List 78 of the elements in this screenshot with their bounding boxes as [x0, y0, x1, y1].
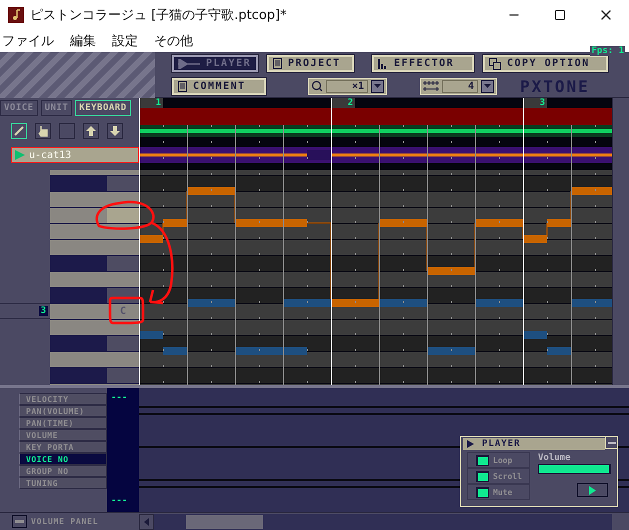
checkbox[interactable]	[476, 470, 489, 482]
tool-button[interactable]	[83, 122, 99, 138]
checkbox-label: Scroll	[493, 472, 522, 480]
dropdown-button[interactable]	[481, 80, 494, 93]
copy-icon	[489, 58, 501, 70]
toolbar-button[interactable]: COPY OPTION	[483, 55, 608, 72]
checkbox[interactable]	[476, 486, 489, 498]
parameter-item[interactable]: VOICE NO	[19, 453, 107, 465]
play-icon	[589, 486, 596, 494]
octave-label: 3	[38, 306, 48, 316]
dropdown-button[interactable]	[371, 80, 384, 93]
rounded-rectangle-outline	[108, 296, 144, 324]
up-arrow-icon	[86, 126, 96, 136]
tab[interactable]: KEYBOARD	[75, 100, 131, 116]
collapse-button[interactable]	[12, 515, 27, 528]
menu-item[interactable]: ファイル	[0, 32, 62, 50]
toolbar-button[interactable]: PLAYER	[172, 55, 258, 72]
maximize-icon	[554, 9, 566, 21]
volume-label: Volume	[538, 453, 572, 463]
caret-icon	[374, 84, 381, 88]
piano-key[interactable]	[50, 239, 139, 255]
note-bar[interactable]	[523, 235, 547, 243]
note-bar[interactable]	[523, 331, 547, 339]
checkbox-label: Loop	[493, 456, 512, 464]
piano-key[interactable]	[50, 191, 139, 207]
piano-key[interactable]	[50, 287, 139, 303]
document-icon	[178, 80, 187, 92]
play-icon	[15, 150, 25, 160]
minus-icon	[15, 520, 24, 523]
tool-button[interactable]	[35, 122, 51, 138]
play-button[interactable]	[577, 483, 608, 497]
note-bar[interactable]	[139, 235, 163, 243]
tool-button[interactable]	[11, 122, 27, 138]
menu-item[interactable]: 設定	[110, 32, 146, 50]
panel-label: VOLUME PANEL	[31, 517, 100, 526]
menu-item[interactable]: 編集	[68, 32, 104, 50]
ellipse-outline	[96, 200, 155, 230]
measure-number: 1	[139, 98, 163, 108]
piano-key[interactable]	[50, 207, 139, 223]
app-icon	[8, 7, 24, 23]
checkbox[interactable]	[476, 454, 489, 466]
panel-title-bar: PLAYER	[463, 438, 605, 450]
value-mark: ---	[111, 497, 128, 506]
scroll-left-button[interactable]	[139, 514, 154, 530]
value-mark: ---	[111, 394, 128, 403]
comment-button[interactable]: COMMENT	[172, 78, 266, 95]
horizontal-scrollbar[interactable]	[139, 514, 612, 530]
minus-icon	[608, 442, 616, 444]
measure-number: 2	[331, 98, 355, 108]
piano-key[interactable]	[50, 271, 139, 287]
toolbar-button[interactable]: EFFECTOR	[372, 55, 474, 72]
pencil-icon	[14, 126, 24, 136]
bars-icon	[378, 58, 388, 69]
measure-number: 3	[523, 98, 547, 108]
division-control[interactable]: 4	[420, 78, 497, 95]
left-arrow-icon	[144, 518, 149, 526]
piano-key[interactable]	[50, 223, 139, 239]
search-icon	[311, 80, 323, 92]
window-title: ピストンコラージュ [子猫の子守歌.ptcop]*	[30, 7, 287, 24]
document-icon	[273, 58, 282, 70]
play-icon	[178, 58, 200, 69]
zoom-control[interactable]: ×1	[308, 78, 387, 95]
checkbox-label: Mute	[493, 488, 512, 496]
piano-key[interactable]	[50, 319, 139, 335]
note-bar[interactable]	[139, 331, 163, 339]
toolbar-button[interactable]: PROJECT	[267, 55, 354, 72]
hand-icon	[38, 124, 48, 136]
minimize-button[interactable]	[605, 436, 618, 449]
fps-counter: Fps: 1	[590, 46, 625, 56]
caret-icon	[484, 84, 491, 88]
tool-button[interactable]	[107, 122, 123, 138]
menu-item[interactable]: その他	[152, 32, 201, 50]
scroll-thumb[interactable]	[186, 514, 263, 528]
down-arrow-icon	[110, 126, 120, 136]
play-icon	[467, 440, 474, 448]
piano-key[interactable]	[50, 351, 139, 367]
ruler-icon	[423, 81, 439, 92]
note-bar[interactable]	[331, 299, 379, 307]
